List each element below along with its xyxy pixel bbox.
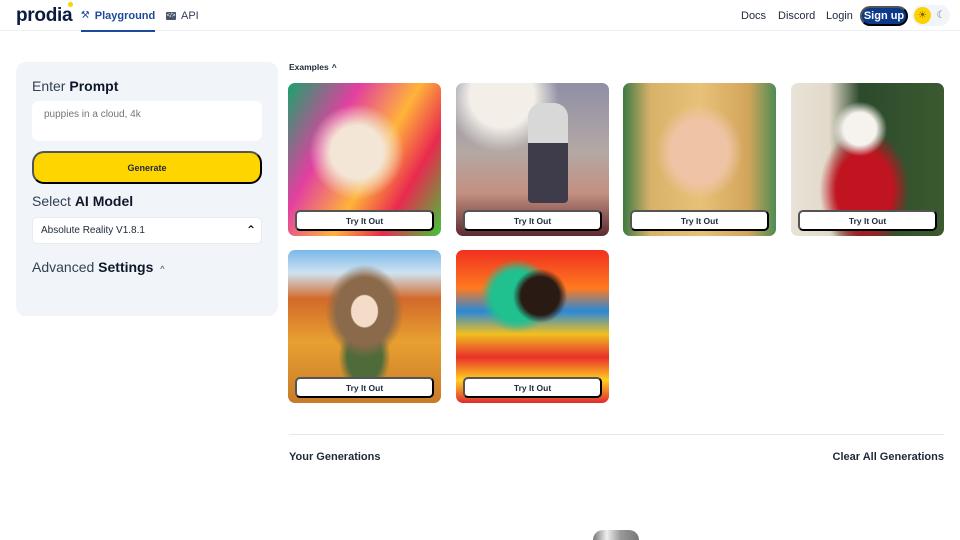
top-nav: prodia ⚒ Playground </> API Docs Discord… bbox=[0, 0, 960, 32]
tab-label: API bbox=[181, 9, 199, 22]
logo-text: prodia bbox=[16, 5, 73, 26]
code-icon: </> bbox=[166, 11, 176, 20]
example-card[interactable]: Try It Out bbox=[456, 83, 609, 236]
advanced-heading-light: Advanced bbox=[32, 259, 95, 275]
model-heading-bold: AI Model bbox=[74, 193, 134, 209]
try-it-out-button[interactable]: Try It Out bbox=[295, 377, 434, 398]
example-card[interactable]: Try It Out bbox=[623, 83, 776, 236]
your-generations-title: Your Generations bbox=[289, 451, 381, 463]
moon-icon[interactable]: ☾ bbox=[934, 7, 948, 24]
loading-placeholder-icon bbox=[593, 530, 639, 540]
model-heading-light: Select bbox=[32, 193, 71, 209]
model-selected-value: Absolute Reality V1.8.1 bbox=[41, 225, 145, 236]
logo-spark-icon bbox=[68, 2, 74, 7]
generation-settings-panel: Enter Prompt Generate Select AI Model Ab… bbox=[16, 62, 278, 316]
examples-label: Examples bbox=[289, 62, 329, 72]
tab-label: Playground bbox=[94, 9, 156, 22]
sun-icon[interactable]: ☀ bbox=[914, 7, 931, 24]
example-card[interactable]: Try It Out bbox=[456, 250, 609, 403]
try-it-out-button[interactable]: Try It Out bbox=[295, 210, 434, 231]
example-card[interactable]: Try It Out bbox=[288, 250, 441, 403]
prompt-heading-bold: Prompt bbox=[69, 78, 119, 94]
example-image-subject bbox=[528, 103, 568, 203]
chevron-up-icon[interactable]: ⌃ bbox=[246, 223, 256, 237]
tab-api[interactable]: </> API bbox=[166, 0, 199, 31]
try-it-out-button[interactable]: Try It Out bbox=[630, 210, 769, 231]
example-card[interactable]: Try It Out bbox=[791, 83, 944, 236]
theme-toggle[interactable]: ☀ ☾ bbox=[912, 5, 950, 26]
try-it-out-button[interactable]: Try It Out bbox=[798, 210, 937, 231]
try-it-out-button[interactable]: Try It Out bbox=[463, 210, 602, 231]
advanced-heading-bold: Settings bbox=[98, 259, 154, 275]
chevron-up-icon: ^ bbox=[331, 62, 337, 72]
clear-all-generations-button[interactable]: Clear All Generations bbox=[833, 451, 944, 463]
generate-button[interactable]: Generate bbox=[32, 151, 262, 184]
nav-discord-link[interactable]: Discord bbox=[778, 0, 815, 31]
magic-wand-icon: ⚒ bbox=[80, 10, 90, 21]
nav-login-link[interactable]: Login bbox=[826, 0, 853, 31]
model-select[interactable]: Absolute Reality V1.8.1 ⌃ bbox=[32, 217, 262, 244]
prompt-heading-light: Enter bbox=[32, 78, 66, 94]
example-card[interactable]: Try It Out bbox=[288, 83, 441, 236]
tab-playground[interactable]: ⚒ Playground bbox=[80, 0, 156, 32]
signup-button[interactable]: Sign up bbox=[860, 6, 908, 26]
prompt-input[interactable] bbox=[32, 101, 262, 141]
prompt-heading: Enter Prompt bbox=[32, 78, 118, 94]
try-it-out-button[interactable]: Try It Out bbox=[463, 377, 602, 398]
model-heading: Select AI Model bbox=[32, 193, 133, 209]
advanced-settings-toggle[interactable]: Advanced Settings ^ bbox=[32, 259, 165, 275]
section-divider bbox=[289, 434, 944, 435]
nav-docs-link[interactable]: Docs bbox=[741, 0, 766, 31]
prodia-logo[interactable]: prodia bbox=[16, 2, 74, 27]
chevron-up-icon: ^ bbox=[160, 264, 165, 274]
examples-toggle[interactable]: Examples ^ bbox=[289, 62, 337, 72]
